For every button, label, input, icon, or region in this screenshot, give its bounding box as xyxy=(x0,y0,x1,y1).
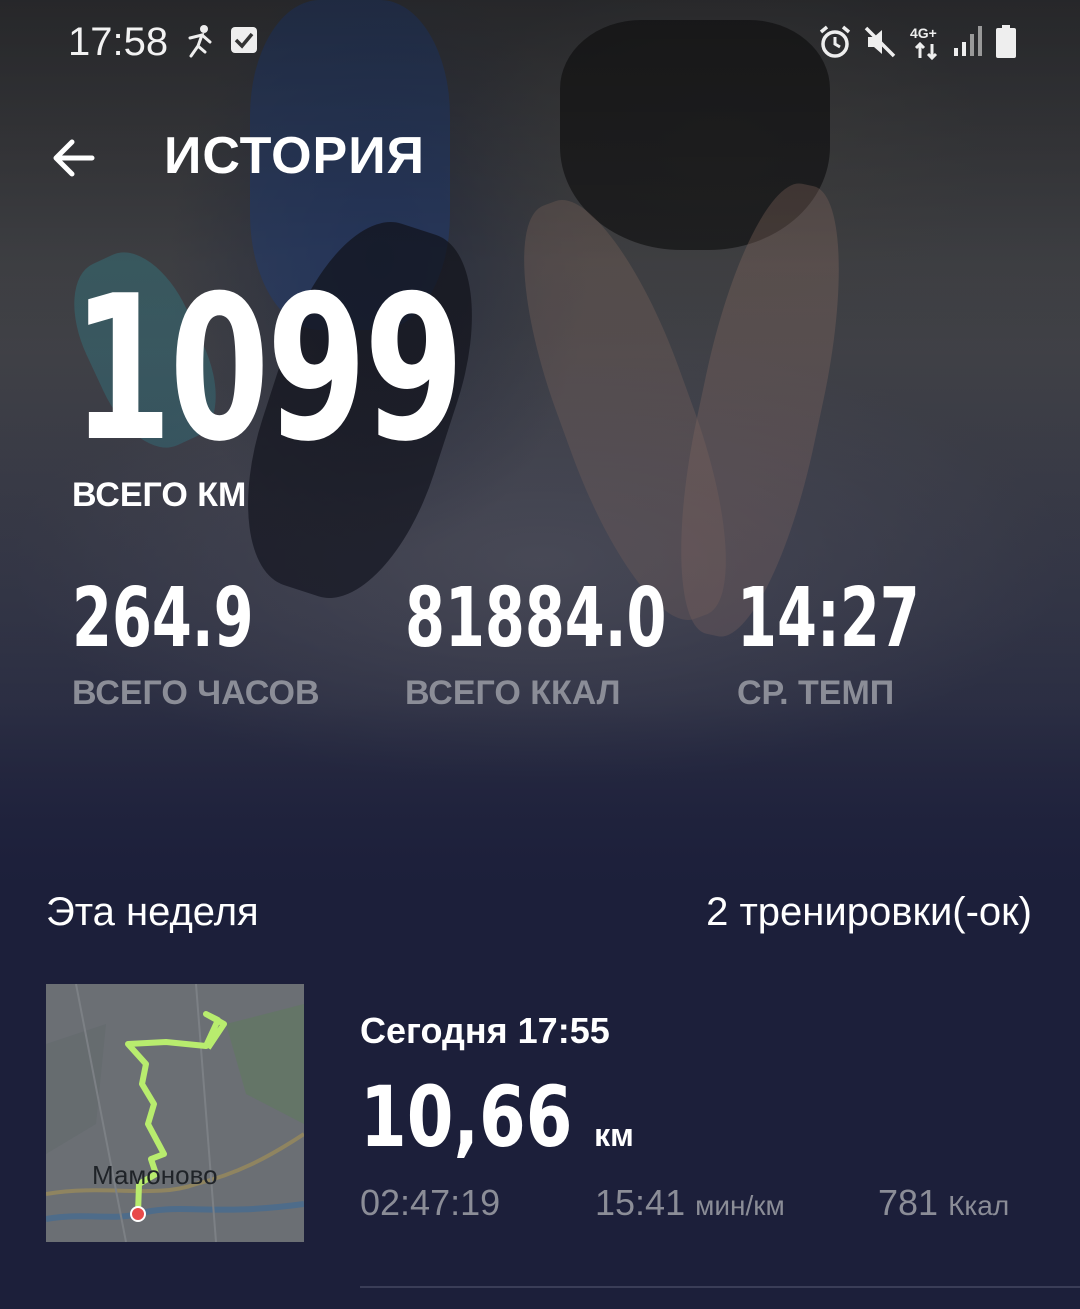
route-map-thumbnail: Мамоново xyxy=(46,984,304,1242)
week-workout-count: 2 тренировки(-ок) xyxy=(706,890,1032,934)
workout-distance-unit: км xyxy=(594,1117,634,1153)
stat-label: ВСЕГО ККАЛ xyxy=(405,674,621,712)
status-bar: 17:58 4G+ xyxy=(0,0,1080,88)
network-4g-icon: 4G+ xyxy=(906,22,950,62)
workout-distance: 10,66 км xyxy=(360,1068,634,1166)
workout-pace: 15:41 мин/км xyxy=(595,1182,785,1224)
history-screen: 17:58 4G+ ИСТОРИЯ 1099 ВСЕГО КМ 264.9 ВС… xyxy=(0,0,1080,1309)
workout-pace-value: 15:41 xyxy=(595,1182,686,1223)
workout-pace-unit: мин/км xyxy=(695,1190,785,1221)
workout-calories-unit: Ккал xyxy=(948,1190,1010,1221)
workout-list-item[interactable]: Мамоново Сегодня 17:55 10,66 км 02:47:19… xyxy=(0,982,1080,1292)
signal-icon xyxy=(950,22,990,62)
stat-avg-pace: 14:27 СР. ТЕМП xyxy=(737,578,998,713)
status-time: 17:58 xyxy=(68,20,169,64)
page-title: ИСТОРИЯ xyxy=(164,127,425,185)
workout-distance-value: 10,66 xyxy=(360,1068,573,1166)
running-icon xyxy=(178,22,218,62)
workout-date: Сегодня 17:55 xyxy=(360,1010,610,1051)
arrow-left-icon xyxy=(53,139,95,177)
stat-value: 81884.0 xyxy=(405,571,667,666)
stat-total-hours: 264.9 ВСЕГО ЧАСОВ xyxy=(72,578,331,713)
total-km-label: ВСЕГО КМ xyxy=(72,476,247,514)
stat-total-kcal: 81884.0 ВСЕГО ККАЛ xyxy=(405,578,778,713)
back-button[interactable] xyxy=(50,130,100,186)
battery-icon xyxy=(990,22,1030,62)
checkbox-icon xyxy=(226,22,266,62)
stat-value: 14:27 xyxy=(737,571,920,666)
workout-duration: 02:47:19 xyxy=(360,1182,501,1223)
total-km-value: 1099 xyxy=(72,253,464,486)
map-place-label: Мамоново xyxy=(92,1160,218,1190)
stat-value: 264.9 xyxy=(72,571,254,666)
workout-calories-value: 781 xyxy=(878,1182,939,1223)
week-title: Эта неделя xyxy=(46,890,259,934)
stat-label: СР. ТЕМП xyxy=(737,674,895,712)
week-section: Эта неделя 2 тренировки(-ок) Мамоново Се… xyxy=(0,880,1080,1309)
svg-text:4G+: 4G+ xyxy=(910,25,937,41)
stat-label: ВСЕГО ЧАСОВ xyxy=(72,674,320,712)
start-marker xyxy=(130,1206,146,1222)
mute-icon xyxy=(860,22,900,62)
list-divider xyxy=(360,1286,1080,1288)
alarm-icon xyxy=(815,22,855,62)
workout-calories: 781 Ккал xyxy=(878,1182,1009,1224)
